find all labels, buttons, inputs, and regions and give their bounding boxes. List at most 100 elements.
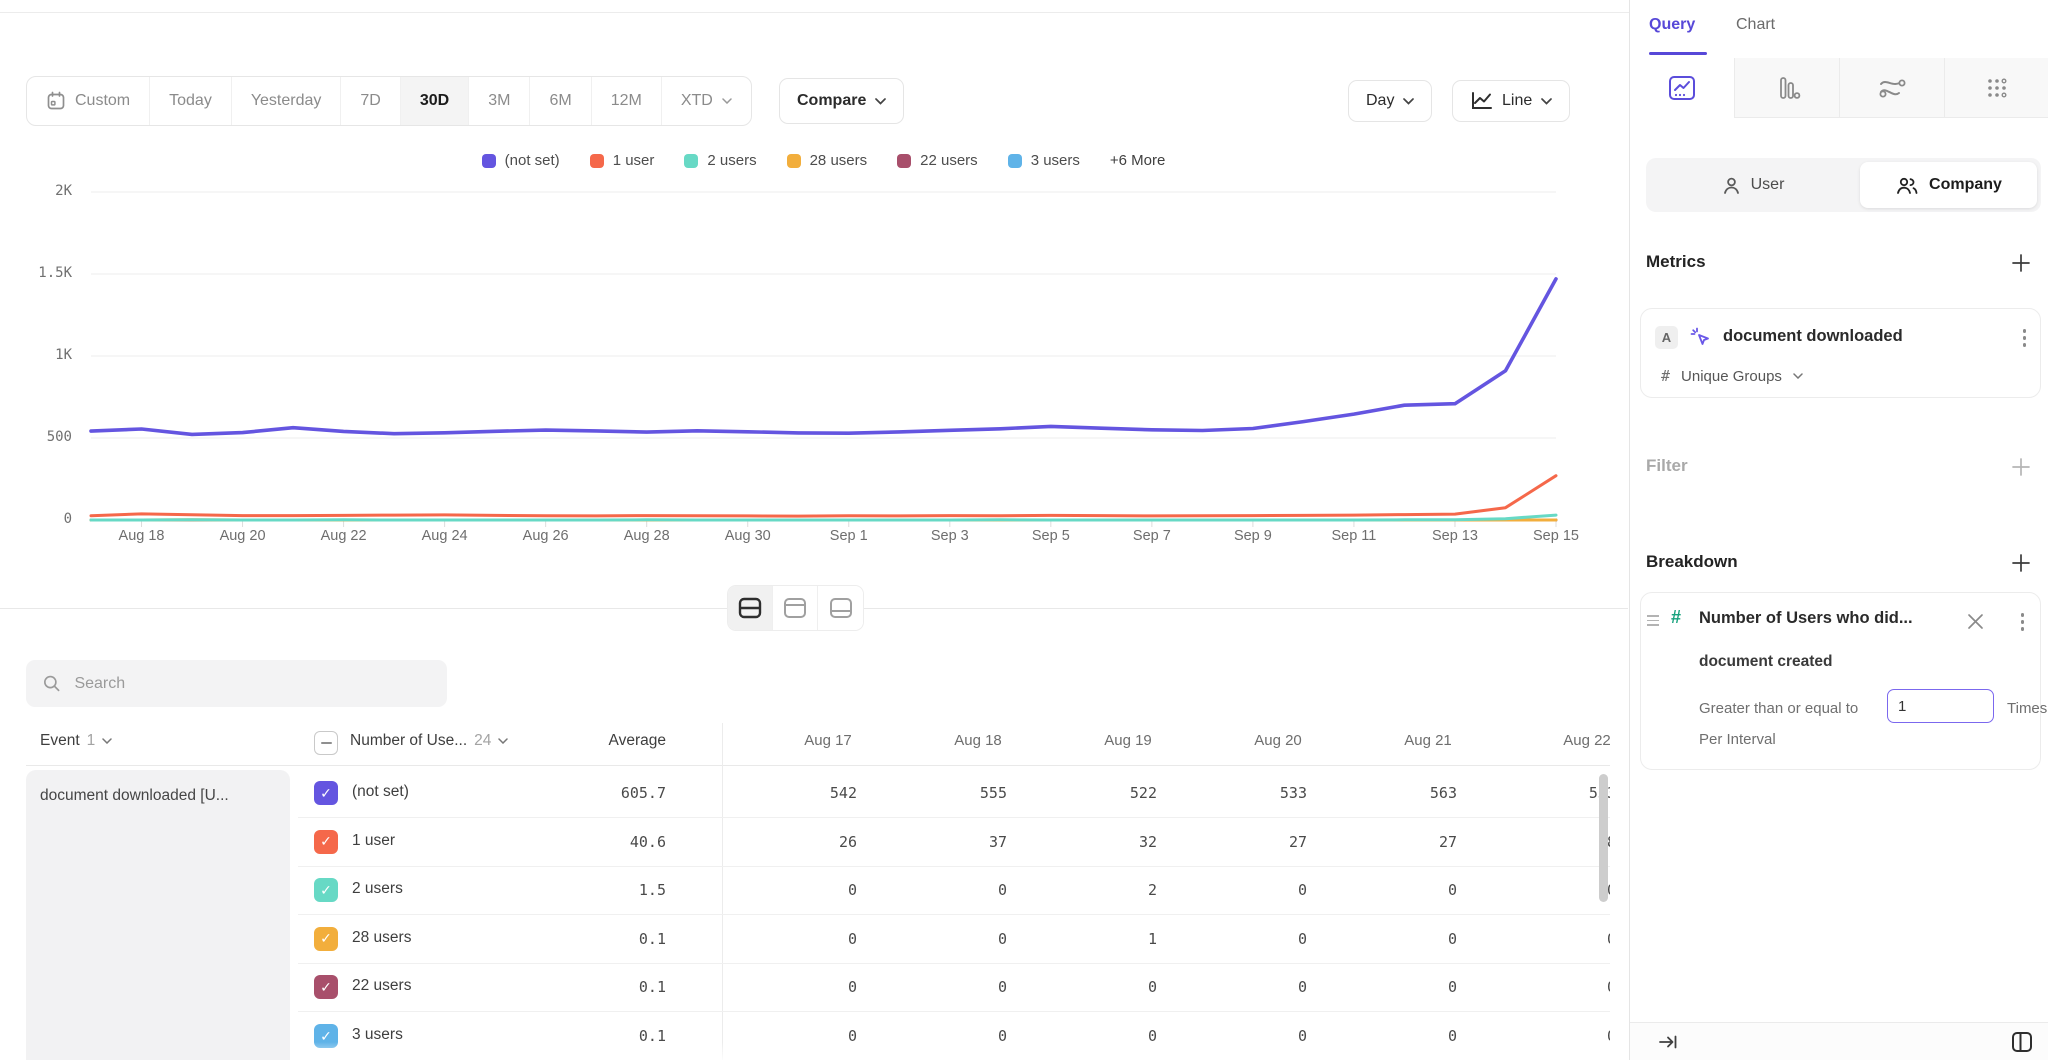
- layout-table-only-button[interactable]: [818, 586, 863, 630]
- average-column-header[interactable]: Average: [540, 732, 666, 750]
- range-6m[interactable]: 6M: [530, 77, 591, 125]
- chart-type-grid-tab[interactable]: [1944, 58, 2048, 118]
- range-custom[interactable]: Custom: [27, 77, 150, 125]
- add-breakdown-button[interactable]: [2010, 552, 2032, 574]
- breakdown-condition[interactable]: Greater than or equal to: [1699, 693, 1858, 725]
- add-metric-button[interactable]: [2010, 252, 2032, 274]
- aggregation-selector[interactable]: # Unique Groups: [1661, 367, 1803, 385]
- x-tick-label: Sep 11: [1309, 528, 1399, 544]
- analytics-dashboard: CustomToday Yesterday 7D30D3M6M12MXTD Comp…: [0, 0, 2048, 1060]
- times-value-input[interactable]: [1887, 689, 1994, 723]
- scope-user-option[interactable]: User: [1646, 158, 1860, 212]
- row-checkbox[interactable]: ✓: [314, 975, 338, 999]
- row-value: 2: [1027, 881, 1157, 899]
- event-column-header[interactable]: Event 1: [40, 732, 112, 750]
- layout-chart-only-button[interactable]: [773, 586, 818, 630]
- tab-chart[interactable]: Chart: [1736, 16, 1775, 34]
- table-row[interactable]: ✓2 users1.5002000: [298, 866, 1610, 915]
- event-list-item[interactable]: document downloaded [U...: [40, 787, 280, 805]
- legend-item-3-users[interactable]: 3 users: [1008, 152, 1080, 169]
- range-label: Yesterday: [251, 92, 322, 110]
- breakdown-title[interactable]: Number of Users who did...: [1699, 609, 1913, 628]
- legend-label: 28 users: [810, 152, 868, 169]
- add-filter-button[interactable]: [2010, 456, 2032, 478]
- panel-footer: [1630, 1022, 2048, 1060]
- table-row[interactable]: ✓22 users0.1000000: [298, 963, 1610, 1012]
- row-checkbox[interactable]: ✓: [314, 1024, 338, 1048]
- group-column-header[interactable]: Number of Use... 24: [350, 732, 508, 750]
- legend-swatch: [590, 154, 604, 168]
- range-today[interactable]: Today: [150, 77, 232, 125]
- row-checkbox[interactable]: ✓: [314, 927, 338, 951]
- tab-query[interactable]: Query: [1649, 16, 1695, 34]
- y-tick-label: 500: [20, 429, 72, 445]
- legend-item-2-users[interactable]: 2 users: [684, 152, 756, 169]
- date-column-header[interactable]: Aug 17: [753, 732, 903, 749]
- date-column-header[interactable]: Aug 21: [1353, 732, 1503, 749]
- chart-type-bar-tab[interactable]: [1734, 58, 1839, 118]
- legend-item-28-users[interactable]: 28 users: [787, 152, 868, 169]
- chart-type-flow-tab[interactable]: [1839, 58, 1944, 118]
- chart-type-line-tab[interactable]: [1630, 58, 1734, 118]
- scope-company-option[interactable]: Company: [1860, 162, 2037, 208]
- breakdown-event[interactable]: document created: [1699, 653, 1833, 671]
- range-30d[interactable]: 30D: [401, 77, 469, 125]
- search-input[interactable]: [74, 675, 430, 693]
- legend-swatch: [1008, 154, 1022, 168]
- range-yesterday[interactable]: Yesterday: [232, 77, 342, 125]
- row-value: 0: [1177, 930, 1307, 948]
- breakdown-card[interactable]: # Number of Users who did... document cr…: [1640, 592, 2041, 770]
- event-list-panel[interactable]: document downloaded [U...: [26, 770, 290, 1060]
- table-scrollbar[interactable]: [1599, 774, 1608, 902]
- compare-button[interactable]: Compare: [779, 78, 904, 124]
- layout-split-icon: [738, 597, 762, 619]
- x-tick-label: Sep 5: [1006, 528, 1096, 544]
- range-12m[interactable]: 12M: [592, 77, 662, 125]
- per-interval-label[interactable]: Per Interval: [1699, 731, 1776, 748]
- select-all-checkbox[interactable]: [314, 731, 338, 755]
- metric-badge: A: [1655, 326, 1678, 349]
- x-tick-label: Aug 18: [97, 528, 187, 544]
- series-1-user[interactable]: [91, 476, 1556, 516]
- metrics-heading: Metrics: [1646, 252, 1706, 272]
- table-row[interactable]: ✓1 user40.6263732272728: [298, 818, 1610, 867]
- legend-more-button[interactable]: +6 More: [1110, 152, 1165, 169]
- date-column-header[interactable]: Aug 18: [903, 732, 1053, 749]
- line-chart[interactable]: [0, 180, 1628, 540]
- collapse-panel-icon[interactable]: [1658, 1033, 1678, 1051]
- table-row[interactable]: ✓28 users0.1001000: [298, 915, 1610, 964]
- layout-toggle-group: [727, 585, 864, 631]
- range-xtd[interactable]: XTD: [662, 77, 751, 125]
- row-checkbox[interactable]: ✓: [314, 781, 338, 805]
- date-column-header[interactable]: Aug 20: [1203, 732, 1353, 749]
- row-value: 0: [877, 881, 1007, 899]
- legend-item--not-set-[interactable]: (not set): [482, 152, 560, 169]
- row-checkbox[interactable]: ✓: [314, 830, 338, 854]
- row-checkbox[interactable]: ✓: [314, 878, 338, 902]
- granularity-button[interactable]: Day: [1348, 80, 1432, 122]
- legend-item-22-users[interactable]: 22 users: [897, 152, 978, 169]
- search-box[interactable]: [26, 660, 447, 707]
- legend-item-1-user[interactable]: 1 user: [590, 152, 655, 169]
- date-column-header[interactable]: Aug 22: [1512, 732, 1610, 749]
- metric-menu-button[interactable]: [2019, 325, 2031, 351]
- close-icon[interactable]: [1967, 613, 1984, 630]
- query-panel: Query Chart: [1629, 0, 2048, 1060]
- series--not-set-[interactable]: [91, 279, 1556, 435]
- metric-name[interactable]: document downloaded: [1723, 327, 1903, 346]
- toggle-sidebar-icon[interactable]: [2011, 1031, 2033, 1053]
- table-row[interactable]: ✓3 users0.1000000: [298, 1012, 1610, 1060]
- chart-type-button[interactable]: Line: [1452, 80, 1570, 122]
- layout-split-button[interactable]: [728, 586, 773, 630]
- breakdown-menu-button[interactable]: [2017, 609, 2029, 635]
- x-tick-label: Aug 28: [602, 528, 692, 544]
- metric-card[interactable]: A document downloaded # Unique Groups: [1640, 308, 2041, 398]
- drag-handle-icon[interactable]: [1647, 615, 1659, 626]
- range-7d[interactable]: 7D: [341, 77, 400, 125]
- plus-icon: [2010, 252, 2032, 274]
- row-label: (not set): [352, 783, 409, 801]
- table-row[interactable]: ✓(not set)605.7542555522533563533: [298, 769, 1610, 818]
- legend-label: 22 users: [920, 152, 978, 169]
- date-column-header[interactable]: Aug 19: [1053, 732, 1203, 749]
- range-3m[interactable]: 3M: [469, 77, 530, 125]
